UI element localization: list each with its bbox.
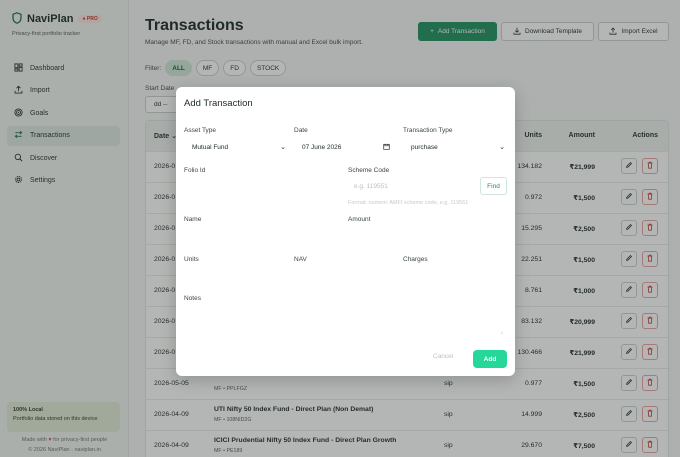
nav-label: NAV bbox=[294, 256, 307, 263]
find-scheme-button[interactable]: Find bbox=[480, 177, 507, 195]
cancel-button[interactable]: Cancel bbox=[433, 353, 453, 360]
charges-label: Charges bbox=[403, 256, 428, 263]
folio-id-label: Folio Id bbox=[184, 167, 206, 174]
name-label: Name bbox=[184, 216, 202, 223]
add-transaction-dialog: Add Transaction Asset Type Mutual Fund ⌄ … bbox=[176, 87, 515, 376]
asset-type-select[interactable]: Mutual Fund ⌄ bbox=[184, 138, 288, 156]
notes-textarea[interactable] bbox=[184, 305, 507, 335]
amount-input[interactable] bbox=[348, 226, 507, 244]
scheme-code-input[interactable]: e.g. 119551 bbox=[348, 177, 476, 195]
chevron-down-icon: ⌄ bbox=[280, 144, 286, 151]
charges-input[interactable] bbox=[403, 266, 507, 284]
notes-label: Notes bbox=[184, 295, 201, 302]
chevron-down-icon: ⌄ bbox=[499, 144, 505, 151]
units-label: Units bbox=[184, 256, 199, 263]
calendar-icon[interactable] bbox=[383, 143, 390, 152]
date-input[interactable]: 07 June 2026 bbox=[294, 138, 392, 156]
date-label: Date bbox=[294, 127, 308, 134]
dialog-title: Add Transaction bbox=[184, 98, 253, 109]
transaction-type-select[interactable]: purchase ⌄ bbox=[403, 138, 507, 156]
name-input[interactable] bbox=[184, 226, 334, 244]
scheme-code-label: Scheme Code bbox=[348, 167, 390, 174]
transaction-type-label: Transaction Type bbox=[403, 127, 453, 134]
add-button[interactable]: Add bbox=[473, 350, 507, 368]
amount-label: Amount bbox=[348, 216, 371, 223]
folio-id-input[interactable] bbox=[184, 177, 334, 195]
units-input[interactable] bbox=[184, 266, 288, 284]
resize-handle-icon[interactable]: ⌟ bbox=[500, 328, 503, 335]
scheme-code-hint: Format: numeric AMFI scheme code, e.g. 1… bbox=[348, 200, 469, 206]
asset-type-label: Asset Type bbox=[184, 127, 217, 134]
nav-input[interactable] bbox=[294, 266, 398, 284]
